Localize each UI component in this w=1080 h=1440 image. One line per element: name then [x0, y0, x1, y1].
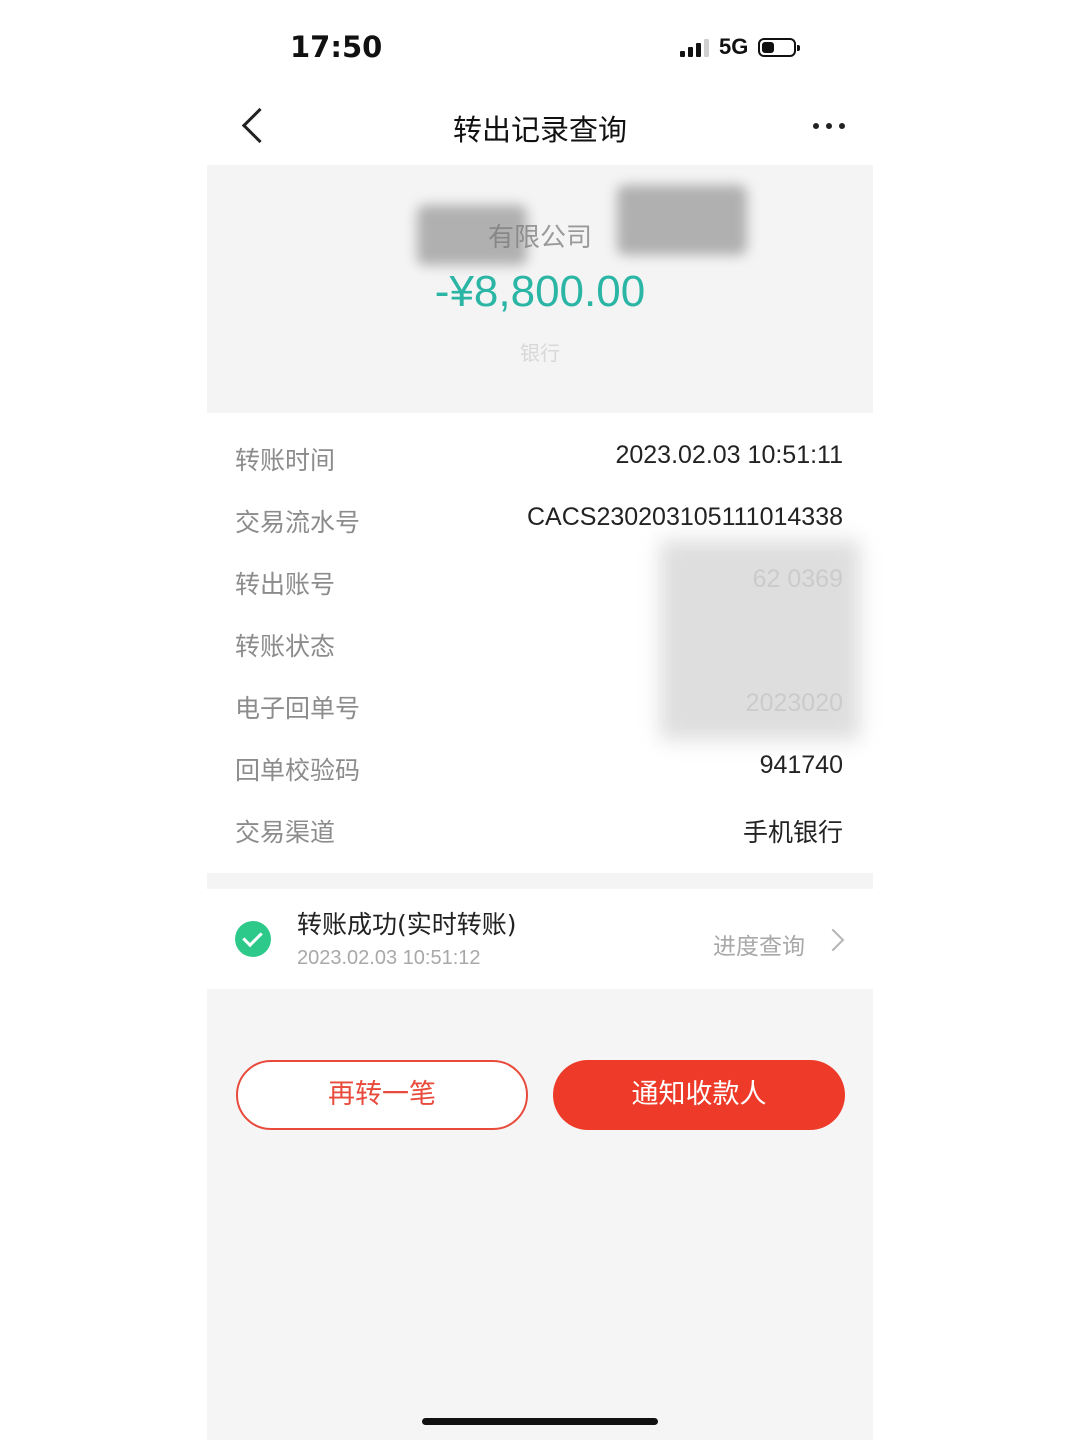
transfer-summary-card: 有限公司 -¥8,800.00 银行: [207, 165, 873, 413]
transfer-again-button[interactable]: 再转一笔: [236, 1060, 528, 1130]
chevron-right-icon[interactable]: [821, 928, 845, 952]
detail-label: 交易流水号: [235, 508, 361, 537]
dot: [826, 123, 832, 129]
success-check-icon: [235, 921, 271, 957]
notify-payee-button[interactable]: 通知收款人: [553, 1060, 845, 1130]
payee-bank: 银行: [520, 341, 560, 365]
status-title: 转账成功(实时转账): [297, 910, 517, 939]
transfer-amount: -¥8,800.00: [434, 267, 646, 316]
redaction-smudge: [617, 185, 747, 255]
battery-icon: [758, 37, 801, 57]
redaction-smudge: [660, 540, 860, 740]
detail-label: 交易渠道: [235, 818, 336, 847]
detail-value: CACS230203105111014338: [526, 503, 843, 531]
status-timestamp: 2023.02.03 10:51:12: [297, 947, 481, 969]
battery-level: [762, 41, 775, 53]
nav-bar: 转出记录查询: [207, 95, 873, 160]
signal-bar: [696, 43, 701, 57]
network-type: 5G: [719, 34, 749, 59]
page-title: 转出记录查询: [452, 113, 627, 147]
transfer-status-section[interactable]: 转账成功(实时转账) 2023.02.03 10:51:12 进度查询: [207, 889, 873, 989]
status-indicators: 5G: [680, 34, 801, 60]
signal-bar: [704, 39, 709, 57]
section-divider: [207, 873, 873, 889]
detail-value: 941740: [759, 751, 843, 779]
detail-label: 回单校验码: [235, 756, 361, 785]
detail-row: 交易渠道 手机银行: [207, 797, 873, 859]
detail-row: 转账时间 2023.02.03 10:51:11: [207, 425, 873, 487]
detail-label: 转账状态: [235, 632, 336, 661]
detail-value: 2023.02.03 10:51:11: [615, 441, 843, 469]
bottom-area: [207, 989, 873, 1440]
dot: [813, 123, 819, 129]
dot: [839, 123, 845, 129]
status-time: 17:50: [290, 30, 383, 64]
detail-row: 回单校验码 941740: [207, 735, 873, 797]
signal-icon: [680, 37, 709, 57]
transfer-record-page: 17:50 5G 转出记录查询 有限公司 -¥8,800.00 银行 转账时间 2…: [0, 0, 1080, 1440]
payee-name: 有限公司: [487, 223, 592, 253]
more-dots-icon[interactable]: [813, 123, 845, 129]
detail-label: 转账时间: [235, 446, 336, 475]
detail-label: 电子回单号: [235, 694, 361, 723]
signal-bar: [688, 47, 693, 57]
detail-label: 转出账号: [235, 570, 336, 599]
home-indicator[interactable]: [422, 1418, 658, 1425]
detail-value: 手机银行: [742, 818, 843, 847]
redaction-smudge: [417, 205, 527, 265]
signal-bar: [680, 51, 685, 57]
progress-query-link[interactable]: 进度查询: [713, 927, 805, 961]
